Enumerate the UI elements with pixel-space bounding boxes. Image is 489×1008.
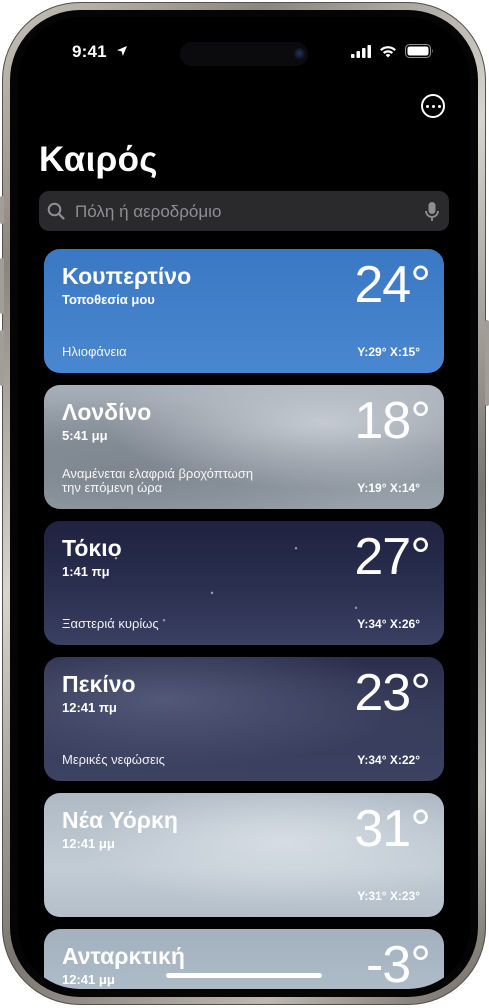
- city-name: Λονδίνο: [62, 399, 152, 425]
- temperature: 18°: [354, 392, 431, 450]
- camera-icon: [294, 48, 306, 60]
- high-low: Υ:34° Χ:26°: [357, 617, 420, 631]
- search-field[interactable]: Πόλη ή αεροδρόμιο: [39, 191, 449, 231]
- temperature: -3°: [365, 936, 431, 989]
- city-name: Πεκίνο: [62, 671, 136, 697]
- status-time: 9:41: [72, 42, 128, 62]
- search-icon: [47, 202, 65, 220]
- battery-icon: [405, 44, 433, 58]
- weather-card-antarctica[interactable]: Ανταρκτική 12:41 μμ -3°: [44, 929, 444, 989]
- city-name: Νέα Υόρκη: [62, 807, 178, 833]
- cellular-signal-icon: [351, 44, 371, 58]
- local-time: 5:41 μμ: [62, 428, 108, 443]
- weather-card-beijing[interactable]: Πεκίνο 12:41 πμ 23° Μερικές νεφώσεις Υ:3…: [44, 657, 444, 781]
- dot: [425, 104, 429, 108]
- high-low: Υ:29° Χ:15°: [357, 345, 420, 359]
- temperature: 24°: [354, 256, 431, 314]
- city-name: Τόκιο: [62, 535, 122, 561]
- condition: Ηλιοφάνεια: [62, 344, 127, 359]
- status-icons: [351, 44, 434, 58]
- status-time-text: 9:41: [72, 42, 107, 61]
- dynamic-island: [180, 42, 308, 66]
- action-button: [0, 196, 4, 224]
- volume-up-button: [0, 258, 4, 314]
- weather-card-cupertino[interactable]: Κουπερτίνο Τοποθεσία μου 24° Ηλιοφάνεια …: [44, 249, 444, 373]
- high-low: Υ:34° Χ:22°: [357, 753, 420, 767]
- dot: [431, 104, 435, 108]
- condition: Αναμένεται ελαφριά βροχόπτωση την επόμεν…: [62, 466, 254, 495]
- city-name: Κουπερτίνο: [62, 263, 192, 289]
- home-indicator[interactable]: [166, 973, 322, 978]
- local-time: 1:41 πμ: [62, 564, 110, 579]
- weather-card-tokyo[interactable]: Τόκιο 1:41 πμ 27° Ξαστεριά κυρίως Υ:34° …: [44, 521, 444, 645]
- condition: Ξαστεριά κυρίως: [62, 616, 159, 631]
- temperature: 23°: [354, 664, 431, 722]
- microphone-icon[interactable]: [425, 201, 439, 223]
- high-low: Υ:19° Χ:14°: [357, 481, 420, 495]
- temperature: 31°: [354, 800, 431, 858]
- screen: 9:41 Καιρός Πόλη ή αεροδρόμιο Κουπερτίνο…: [18, 17, 470, 989]
- more-options-button[interactable]: [421, 94, 445, 118]
- wifi-icon: [380, 45, 396, 57]
- location-label: Τοποθεσία μου: [62, 292, 155, 307]
- search-input[interactable]: Πόλη ή αεροδρόμιο: [75, 202, 221, 222]
- local-time: 12:41 μμ: [62, 972, 115, 987]
- high-low: Υ:31° Χ:23°: [357, 889, 420, 903]
- location-arrow-icon: [116, 46, 127, 56]
- city-name: Ανταρκτική: [62, 943, 185, 969]
- local-time: 12:41 μμ: [62, 836, 115, 851]
- condition: Μερικές νεφώσεις: [62, 752, 165, 767]
- dot: [437, 104, 441, 108]
- weather-card-new-york[interactable]: Νέα Υόρκη 12:41 μμ 31° Υ:31° Χ:23°: [44, 793, 444, 917]
- weather-card-london[interactable]: Λονδίνο 5:41 μμ 18° Αναμένεται ελαφριά β…: [44, 385, 444, 509]
- local-time: 12:41 πμ: [62, 700, 117, 715]
- power-button: [485, 320, 489, 406]
- volume-down-button: [0, 330, 4, 386]
- page-title: Καιρός: [39, 140, 158, 179]
- temperature: 27°: [354, 528, 431, 586]
